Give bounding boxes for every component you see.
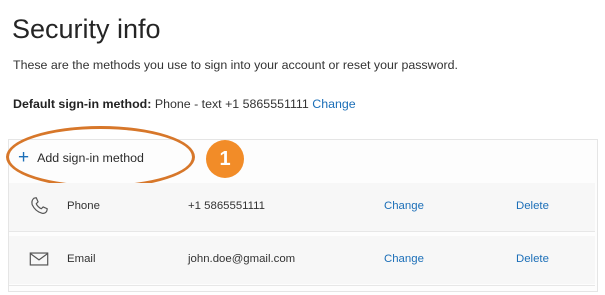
method-change-link[interactable]: Change	[384, 200, 424, 212]
phone-icon	[31, 197, 48, 214]
default-method-value: Phone - text +1 5865551111	[154, 97, 309, 111]
method-delete-link[interactable]: Delete	[516, 200, 549, 212]
method-name: Email	[67, 253, 96, 265]
default-method-change-link[interactable]: Change	[312, 97, 355, 111]
row-divider	[9, 231, 595, 232]
page-title: Security info	[12, 14, 161, 44]
annotation-highlight-ellipse	[6, 126, 195, 188]
method-delete-link[interactable]: Delete	[516, 253, 549, 265]
mail-icon	[29, 252, 49, 266]
method-change-link[interactable]: Change	[384, 253, 424, 265]
method-name: Phone	[67, 200, 100, 212]
default-method-label: Default sign-in method:	[13, 97, 152, 111]
method-value: +1 5865551111	[188, 200, 265, 212]
row-divider	[9, 285, 595, 286]
annotation-step-badge: 1	[206, 140, 244, 178]
default-sign-in-method: Default sign-in method: Phone - text +1 …	[13, 97, 356, 111]
page-description: These are the methods you use to sign in…	[13, 58, 458, 72]
method-value: john.doe@gmail.com	[188, 253, 296, 265]
sign-in-method-row-phone: Phone +1 5865551111 Change Delete	[9, 183, 595, 231]
sign-in-method-row-email: Email john.doe@gmail.com Change Delete	[9, 236, 595, 284]
